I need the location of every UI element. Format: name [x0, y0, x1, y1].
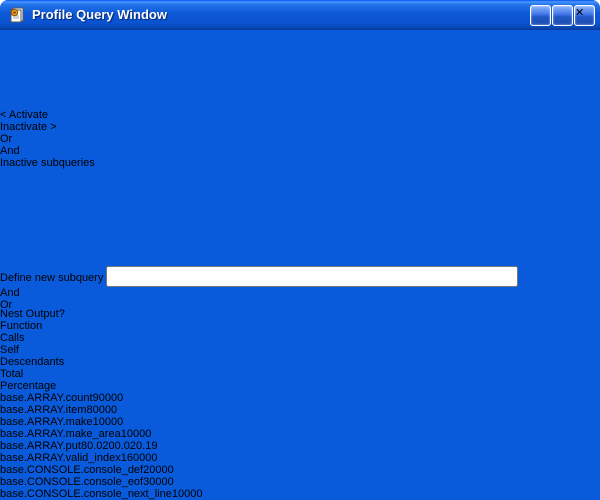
column-header-descendants[interactable]: Descendants	[0, 356, 600, 368]
value-cell: 0	[168, 464, 174, 476]
app-icon	[9, 7, 25, 23]
value-cell: 0	[111, 404, 117, 416]
column-header-self[interactable]: Self	[0, 344, 600, 356]
function-name: base.CONSOLE.console_next_line	[0, 488, 172, 500]
value-cell: 0	[117, 416, 123, 428]
table-row[interactable]: base.CONSOLE.console_next_line10000	[0, 488, 600, 500]
table-body: base.ARRAY.count90000base.ARRAY.item8000…	[0, 392, 600, 500]
value-cell: 0	[145, 428, 151, 440]
table-row[interactable]: base.ARRAY.valid_index160000	[0, 452, 600, 464]
minimize-button[interactable]	[530, 5, 551, 26]
nest-output-label: Nest Output?	[0, 308, 65, 320]
value-cell: 16	[121, 452, 133, 464]
table-row[interactable]: base.CONSOLE.console_def20000	[0, 464, 600, 476]
column-header-function[interactable]: Function	[0, 320, 600, 332]
table-row[interactable]: base.ARRAY.make10000	[0, 416, 600, 428]
function-name: base.ARRAY.make	[0, 416, 93, 428]
function-name: base.ARRAY.item	[0, 404, 86, 416]
and-transfer-button[interactable]: And	[0, 145, 74, 157]
function-name: base.ARRAY.count	[0, 392, 93, 404]
subquery-and-button[interactable]: And	[0, 287, 74, 299]
window-title: Profile Query Window	[32, 0, 167, 29]
table-row[interactable]: base.ARRAY.put80.0200.020.19	[0, 440, 600, 452]
inactive-subqueries-header: Inactive subqueries	[0, 157, 248, 169]
define-subquery-group: Define new subquery And Or	[0, 266, 584, 308]
value-cell: 0	[117, 392, 123, 404]
profile-query-window: Profile Query Window ✕ Active query call…	[0, 0, 600, 500]
column-header-percentage[interactable]: Percentage	[0, 380, 600, 392]
table-row[interactable]: base.ARRAY.count90000	[0, 392, 600, 404]
subquery-input[interactable]	[106, 266, 518, 287]
value-cell: 0.19	[136, 440, 157, 452]
value-cell: 0	[196, 488, 202, 500]
define-subquery-title: Define new subquery	[0, 272, 103, 284]
inactive-subqueries-panel: Inactive subqueries	[0, 157, 248, 266]
client-area: Active query calls > 0 < Activate Inacti…	[0, 0, 600, 500]
function-name: base.ARRAY.put	[0, 440, 81, 452]
table-header: Function Calls Self Descendants Total Pe…	[0, 320, 600, 392]
maximize-button[interactable]	[552, 5, 573, 26]
titlebar[interactable]: Profile Query Window ✕	[0, 0, 600, 30]
activate-button[interactable]: < Activate	[0, 109, 74, 121]
function-name: base.ARRAY.valid_index	[0, 452, 121, 464]
value-cell: 0	[168, 476, 174, 488]
column-header-calls[interactable]: Calls	[0, 332, 600, 344]
column-header-total[interactable]: Total	[0, 368, 600, 380]
table-row[interactable]: base.CONSOLE.console_eof30000	[0, 476, 600, 488]
inactivate-button[interactable]: Inactivate >	[0, 121, 74, 133]
table-row[interactable]: base.ARRAY.make_area10000	[0, 428, 600, 440]
table-row[interactable]: base.ARRAY.item80000	[0, 404, 600, 416]
function-name: base.CONSOLE.console_def	[0, 464, 143, 476]
close-button[interactable]: ✕	[574, 5, 595, 26]
function-name: base.CONSOLE.console_eof	[0, 476, 143, 488]
or-transfer-button[interactable]: Or	[0, 133, 74, 145]
results-table: Function Calls Self Descendants Total Pe…	[0, 320, 600, 500]
value-cell: 0.02	[87, 440, 108, 452]
function-name: base.ARRAY.make_area	[0, 428, 121, 440]
value-cell: 0	[151, 452, 157, 464]
close-icon: ✕	[575, 7, 584, 19]
value-cell: 0.02	[115, 440, 136, 452]
